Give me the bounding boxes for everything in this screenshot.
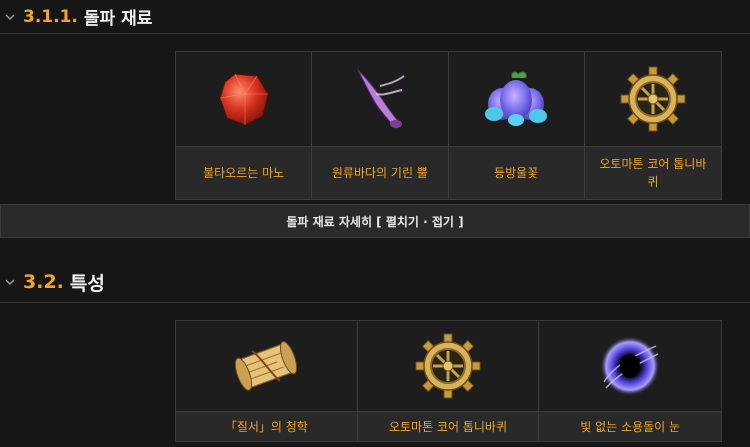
material-name: 불타오르는 마노	[176, 147, 312, 199]
material-card[interactable]: 오토마톤 코어 톱니바퀴	[357, 321, 540, 441]
material-name: 등방울꽃	[448, 147, 584, 199]
material-name: 빛 없는 소용돌이 눈	[539, 412, 721, 441]
material-name: 원류바다의 기린 뿔	[312, 147, 448, 199]
expand-collapse-toggle[interactable]: 돌파 재료 자세히 [ 펼치기 · 접기 ]	[0, 204, 750, 238]
material-card[interactable]: 빛 없는 소용돌이 눈	[539, 321, 721, 441]
material-name: 오토마톤 코어 톱니바퀴	[357, 412, 539, 441]
section-title: 특성	[69, 272, 105, 295]
material-card[interactable]: 불타오르는 마노	[176, 52, 313, 199]
red-gem-icon	[176, 52, 312, 147]
blue-flower-icon	[448, 52, 584, 147]
scroll-icon	[176, 321, 357, 412]
material-card[interactable]: 등방울꽃	[448, 52, 585, 199]
material-name: 오토마톤 코어 톱니바퀴	[584, 147, 721, 199]
section-number: 3.1.1.	[23, 6, 78, 27]
material-name: 「질서」의 청학	[176, 412, 357, 441]
section-header-breakthrough[interactable]: 3.1.1. 돌파 재료	[0, 0, 750, 34]
material-card[interactable]: 원류바다의 기린 뿔	[312, 52, 449, 199]
talent-materials-grid: 「질서」의 청학 오토마톤 코어 톱니바퀴 빛 없는 소용돌이 눈	[175, 320, 722, 442]
section-header-talents[interactable]: 3.2. 특성	[0, 262, 750, 303]
vortex-eye-icon	[539, 321, 721, 412]
material-card[interactable]: 오토마톤 코어 톱니바퀴	[584, 52, 721, 199]
section-number: 3.2.	[23, 271, 64, 293]
purple-horn-icon	[312, 52, 448, 147]
section-title: 돌파 재료	[83, 9, 153, 29]
gear-icon	[357, 321, 539, 412]
material-card[interactable]: 「질서」의 청학	[176, 321, 358, 441]
gear-icon	[584, 52, 721, 147]
breakthrough-materials-grid: 불타오르는 마노 원류바다의 기린 뿔 등방울꽃 오토마톤 코어 톱니바퀴	[175, 51, 722, 200]
chevron-down-icon[interactable]	[3, 275, 17, 289]
chevron-down-icon[interactable]	[3, 10, 17, 24]
